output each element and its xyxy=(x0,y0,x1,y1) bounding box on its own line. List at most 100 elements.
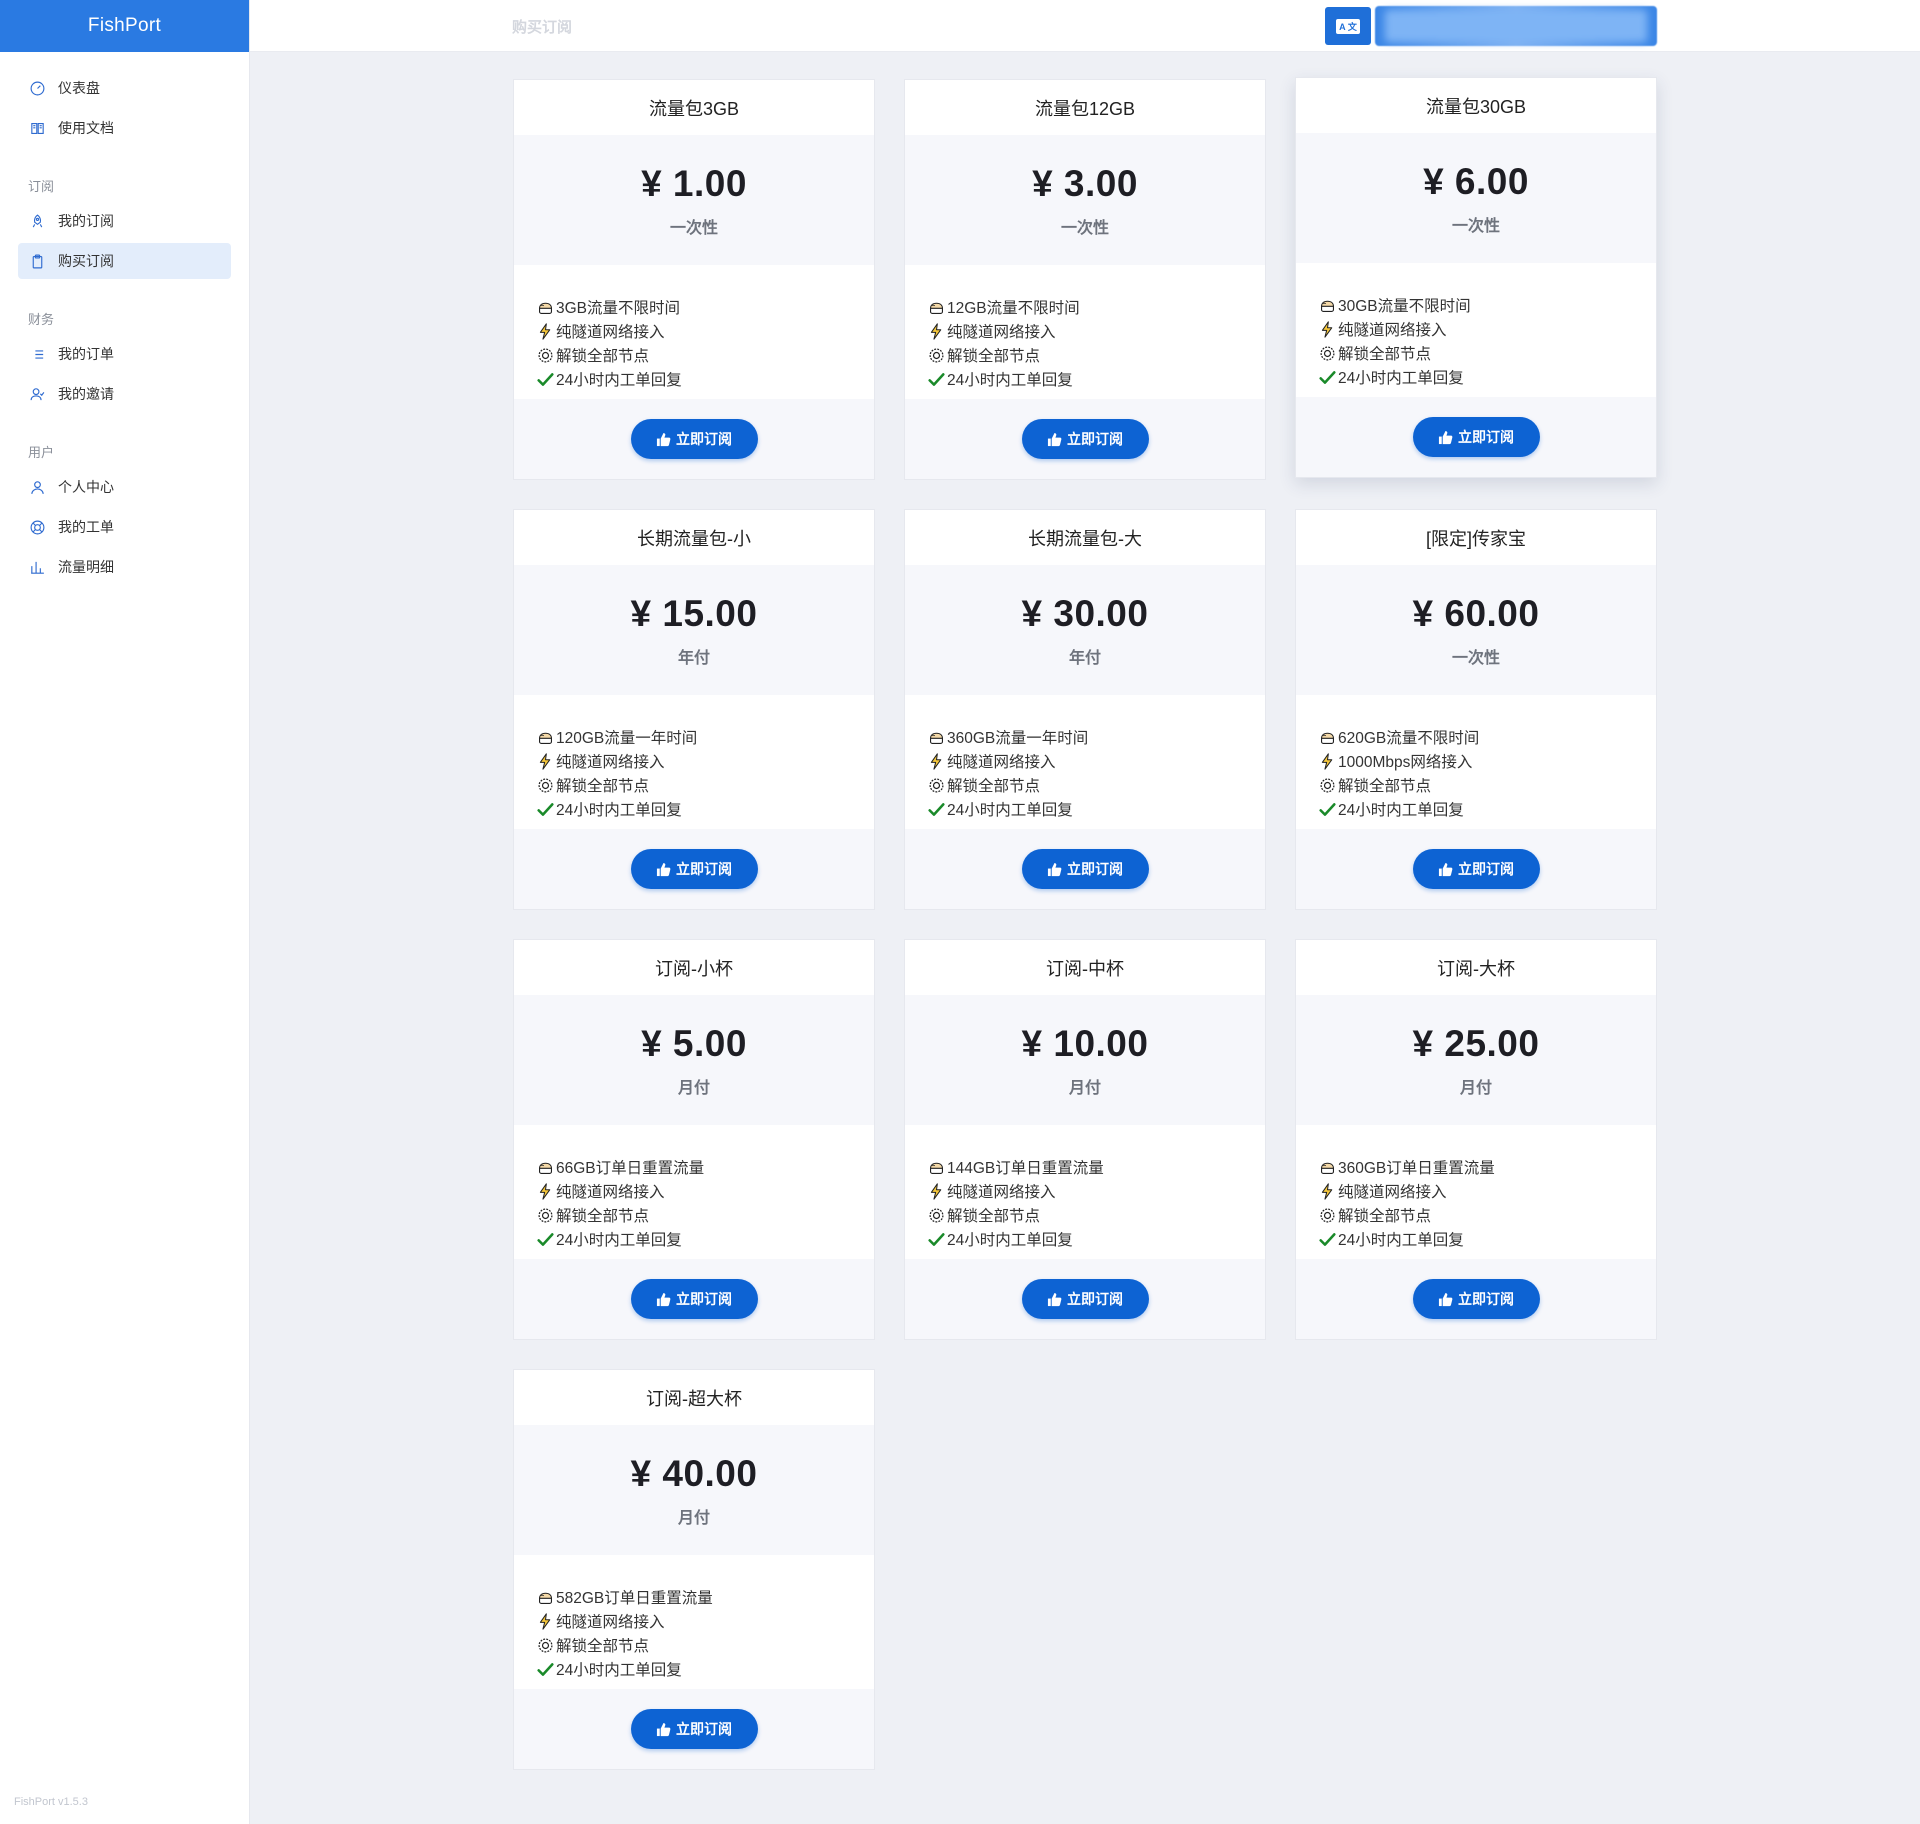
thumbs-up-icon xyxy=(656,432,676,447)
plan-card: 流量包12GB ¥ 3.00 一次性 12GB流量不限时间 纯隧道网络接入 解锁全部节点 2… xyxy=(904,79,1266,480)
plan-period: 月付 xyxy=(1459,1079,1492,1097)
user-menu-button[interactable] xyxy=(1375,6,1657,46)
cake-icon xyxy=(536,1158,555,1177)
feature-item: 解锁全部节点 xyxy=(1318,341,1656,365)
subscribe-button[interactable]: 立即订阅 xyxy=(630,1279,758,1319)
feature-item: 30GB流量不限时间 xyxy=(1318,293,1656,317)
feature-item: 纯隧道网络接入 xyxy=(1318,317,1656,341)
plan-card: 订阅-中杯 ¥ 10.00 月付 144GB订单日重置流量 纯隧道网络接入 解锁全部节点 2… xyxy=(904,939,1266,1340)
language-button[interactable]: A 文 xyxy=(1325,7,1371,45)
feature-text: 1000Mbps网络接入 xyxy=(1338,754,1473,771)
lightning-icon xyxy=(1318,752,1337,771)
translate-icon: A 文 xyxy=(1336,18,1360,34)
feature-item: 纯隧道网络接入 xyxy=(927,1179,1265,1203)
sidebar-item-1[interactable]: 使用文档 xyxy=(18,110,231,146)
brand-logo[interactable]: FishPort xyxy=(0,0,249,52)
plan-card: 流量包30GB ¥ 6.00 一次性 30GB流量不限时间 纯隧道网络接入 解锁全部节点 2… xyxy=(1295,77,1657,478)
feature-list: 620GB流量不限时间 1000Mbps网络接入 解锁全部节点 24小时内工单回复 xyxy=(1296,695,1656,829)
sidebar-section-title: 用户 xyxy=(28,445,55,460)
plan-period: 一次性 xyxy=(1451,649,1500,667)
feature-text: 24小时内工单回复 xyxy=(1338,802,1464,819)
lifebuoy-icon xyxy=(28,518,46,536)
subscribe-button-label: 立即订阅 xyxy=(1458,861,1514,877)
feature-item: 360GB流量一年时间 xyxy=(927,725,1265,749)
list-icon xyxy=(28,345,46,363)
gear-icon xyxy=(536,1206,555,1225)
plan-price: ¥ 40.00 xyxy=(630,1452,758,1494)
sidebar-item-6[interactable]: 个人中心 xyxy=(18,469,231,505)
subscribe-button[interactable]: 立即订阅 xyxy=(630,849,758,889)
sidebar-item-7[interactable]: 我的工单 xyxy=(18,509,231,545)
feature-text: 24小时内工单回复 xyxy=(556,1232,682,1249)
sidebar-item-8[interactable]: 流量明细 xyxy=(18,549,231,585)
sidebar-item-3[interactable]: 购买订阅 xyxy=(18,243,231,279)
sidebar-item-label: 我的订阅 xyxy=(58,213,114,229)
feature-item: 24小时内工单回复 xyxy=(927,1227,1265,1251)
plan-period: 一次性 xyxy=(1060,219,1109,237)
plan-price: ¥ 1.00 xyxy=(641,162,747,204)
feature-item: 66GB订单日重置流量 xyxy=(536,1155,874,1179)
subscribe-button-label: 立即订阅 xyxy=(676,861,732,877)
check-icon xyxy=(927,800,946,819)
gear-icon xyxy=(927,1206,946,1225)
feature-item: 24小时内工单回复 xyxy=(1318,365,1656,389)
card-footer: 立即订阅 xyxy=(905,829,1265,909)
subscribe-button[interactable]: 立即订阅 xyxy=(1412,849,1540,889)
gear-icon xyxy=(1318,1206,1337,1225)
price-box: ¥ 25.00 月付 xyxy=(1296,995,1656,1125)
feature-text: 纯隧道网络接入 xyxy=(556,324,665,341)
sidebar-item-0[interactable]: 仪表盘 xyxy=(18,70,231,106)
sidebar-item-4[interactable]: 我的订单 xyxy=(18,336,231,372)
price-box: ¥ 1.00 一次性 xyxy=(514,135,874,265)
plan-period: 年付 xyxy=(1068,649,1101,667)
subscribe-button[interactable]: 立即订阅 xyxy=(1021,1279,1149,1319)
cake-icon xyxy=(1318,296,1337,315)
feature-text: 解锁全部节点 xyxy=(556,348,650,365)
lightning-icon xyxy=(1318,320,1337,339)
plan-card: 订阅-小杯 ¥ 5.00 月付 66GB订单日重置流量 纯隧道网络接入 解锁全部节点 24小… xyxy=(513,939,875,1340)
sidebar-item-2[interactable]: 我的订阅 xyxy=(18,203,231,239)
feature-text: 582GB订单日重置流量 xyxy=(556,1590,713,1607)
sidebar-item-label: 仪表盘 xyxy=(58,80,100,96)
feature-list: 66GB订单日重置流量 纯隧道网络接入 解锁全部节点 24小时内工单回复 xyxy=(514,1125,874,1259)
price-box: ¥ 5.00 月付 xyxy=(514,995,874,1125)
plan-card: 订阅-大杯 ¥ 25.00 月付 360GB订单日重置流量 纯隧道网络接入 解锁全部节点 2… xyxy=(1295,939,1657,1340)
plan-name: 订阅-超大杯 xyxy=(646,1388,742,1409)
sidebar-item-5[interactable]: 我的邀请 xyxy=(18,376,231,412)
sidebar-section-title: 财务 xyxy=(28,312,55,327)
book-icon xyxy=(28,119,46,137)
feature-item: 纯隧道网络接入 xyxy=(536,1179,874,1203)
plan-period: 月付 xyxy=(677,1079,710,1097)
feature-item: 纯隧道网络接入 xyxy=(536,1609,874,1633)
feature-item: 24小时内工单回复 xyxy=(927,367,1265,391)
sidebar: FishPort 仪表盘 使用文档 订阅 我的订阅 购买订阅 财务 我的订单 我的邀请 用户 个人… xyxy=(0,0,250,1824)
gear-icon xyxy=(927,776,946,795)
lightning-icon xyxy=(927,1182,946,1201)
subscribe-button[interactable]: 立即订阅 xyxy=(1412,417,1540,457)
feature-item: 解锁全部节点 xyxy=(1318,1203,1656,1227)
gear-icon xyxy=(536,346,555,365)
plan-price: ¥ 25.00 xyxy=(1412,1022,1540,1064)
check-icon xyxy=(927,1230,946,1249)
plan-card: 订阅-超大杯 ¥ 40.00 月付 582GB订单日重置流量 纯隧道网络接入 解锁全部节点… xyxy=(513,1369,875,1770)
card-footer: 立即订阅 xyxy=(1296,829,1656,909)
thumbs-up-icon xyxy=(1438,430,1458,445)
subscribe-button[interactable]: 立即订阅 xyxy=(1021,419,1149,459)
subscribe-button[interactable]: 立即订阅 xyxy=(630,1709,758,1749)
feature-text: 纯隧道网络接入 xyxy=(556,1184,665,1201)
cake-icon xyxy=(536,1588,555,1607)
gauge-icon xyxy=(28,79,46,97)
cake-icon xyxy=(536,728,555,747)
thumbs-up-icon xyxy=(1047,1292,1067,1307)
feature-text: 纯隧道网络接入 xyxy=(947,1184,1056,1201)
feature-item: 24小时内工单回复 xyxy=(1318,797,1656,821)
subscribe-button-label: 立即订阅 xyxy=(1067,431,1123,447)
check-icon xyxy=(536,370,555,389)
sidebar-item-label: 我的订单 xyxy=(58,346,114,362)
feature-item: 582GB订单日重置流量 xyxy=(536,1585,874,1609)
subscribe-button[interactable]: 立即订阅 xyxy=(1021,849,1149,889)
subscribe-button[interactable]: 立即订阅 xyxy=(1412,1279,1540,1319)
feature-text: 解锁全部节点 xyxy=(1338,346,1432,363)
subscribe-button[interactable]: 立即订阅 xyxy=(630,419,758,459)
feature-item: 1000Mbps网络接入 xyxy=(1318,749,1656,773)
